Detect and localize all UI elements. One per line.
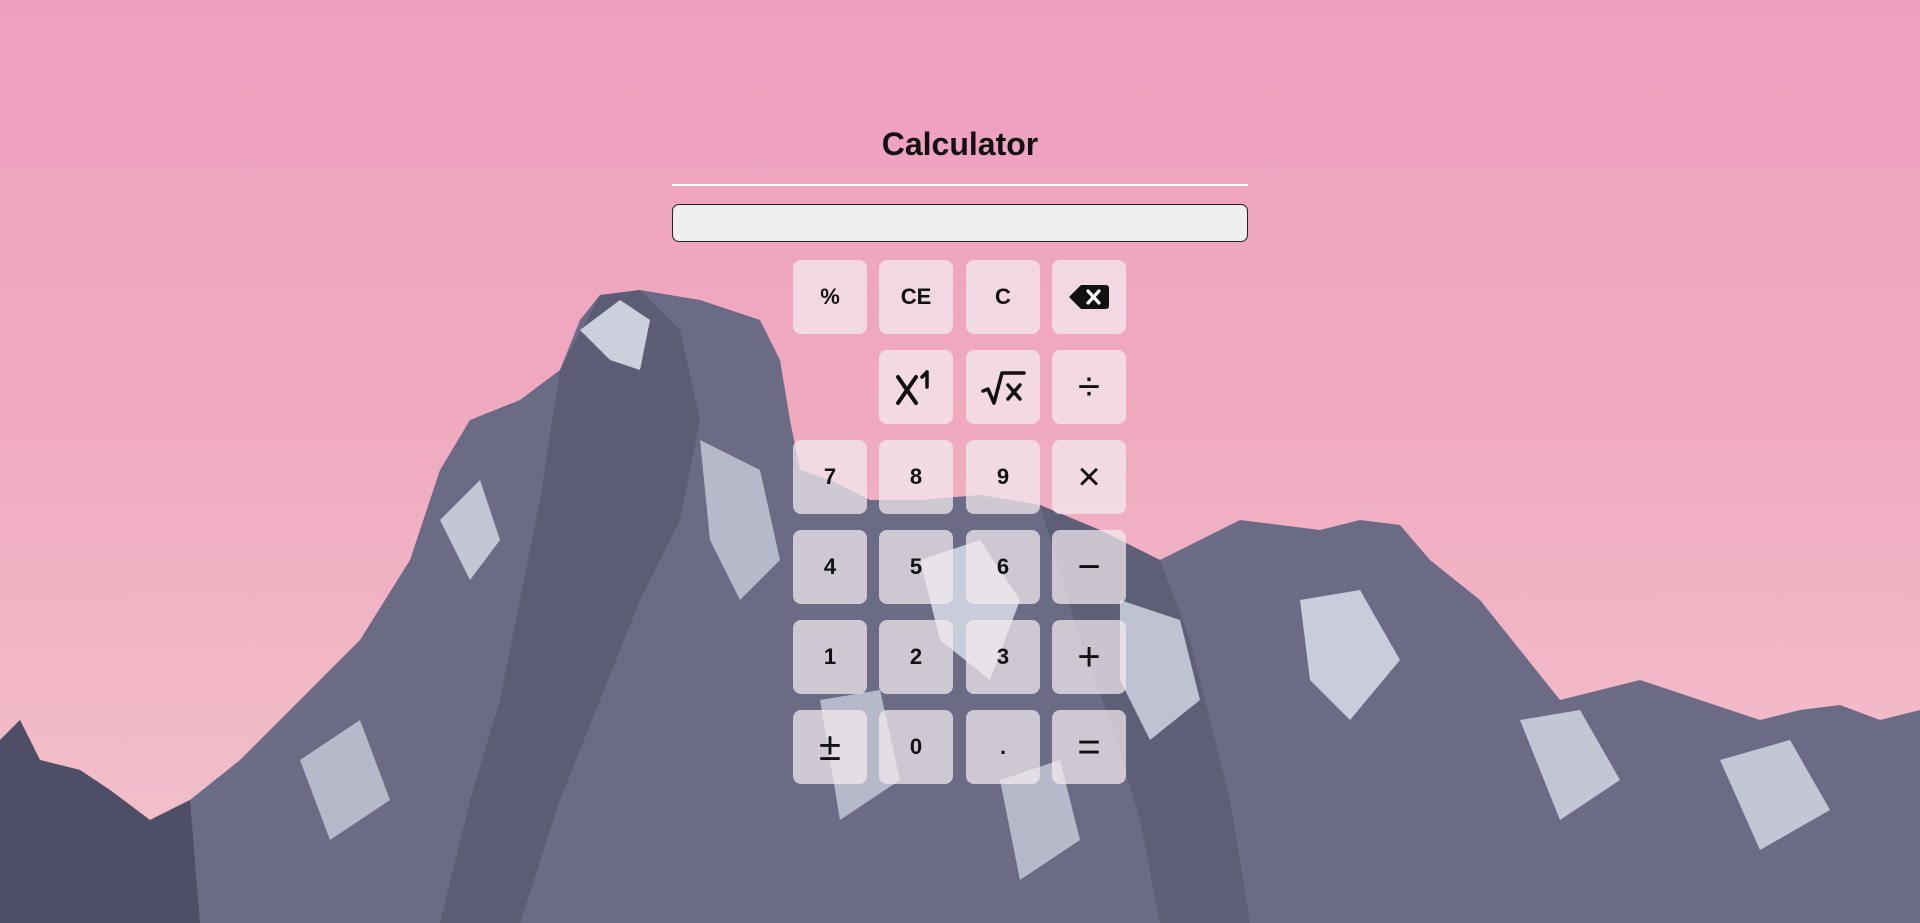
digit-6-button[interactable]: 6 bbox=[966, 530, 1040, 604]
digit-7-button[interactable]: 7 bbox=[793, 440, 867, 514]
square-root-button[interactable] bbox=[966, 350, 1040, 424]
percent-button[interactable]: % bbox=[793, 260, 867, 334]
digit-5-button[interactable]: 5 bbox=[879, 530, 953, 604]
digit-8-button[interactable]: 8 bbox=[879, 440, 953, 514]
negate-button[interactable]: ± bbox=[793, 710, 867, 784]
calculator-display-input[interactable] bbox=[672, 204, 1248, 242]
equals-button[interactable]: = bbox=[1052, 710, 1126, 784]
multiply-button[interactable]: × bbox=[1052, 440, 1126, 514]
digit-3-button[interactable]: 3 bbox=[966, 620, 1040, 694]
divide-button[interactable]: ÷ bbox=[1052, 350, 1126, 424]
backspace-icon bbox=[1069, 285, 1109, 309]
digit-4-button[interactable]: 4 bbox=[793, 530, 867, 604]
square-root-icon bbox=[981, 371, 1026, 405]
digit-1-button[interactable]: 1 bbox=[793, 620, 867, 694]
add-button[interactable]: + bbox=[1052, 620, 1126, 694]
power-button[interactable] bbox=[879, 350, 953, 424]
decimal-button[interactable]: . bbox=[966, 710, 1040, 784]
digit-9-button[interactable]: 9 bbox=[966, 440, 1040, 514]
title-divider bbox=[672, 184, 1248, 186]
calculator-title: Calculator bbox=[881, 126, 1039, 162]
backspace-button[interactable] bbox=[1052, 260, 1126, 334]
subtract-button[interactable]: − bbox=[1052, 530, 1126, 604]
calculator-panel: Calculator % CE C ÷ 7 8 9 × 4 5 6 − 1 2 … bbox=[0, 0, 1920, 923]
digit-2-button[interactable]: 2 bbox=[879, 620, 953, 694]
clear-entry-button[interactable]: CE bbox=[879, 260, 953, 334]
clear-button[interactable]: C bbox=[966, 260, 1040, 334]
x-superscript-icon bbox=[896, 370, 929, 405]
digit-0-button[interactable]: 0 bbox=[879, 710, 953, 784]
